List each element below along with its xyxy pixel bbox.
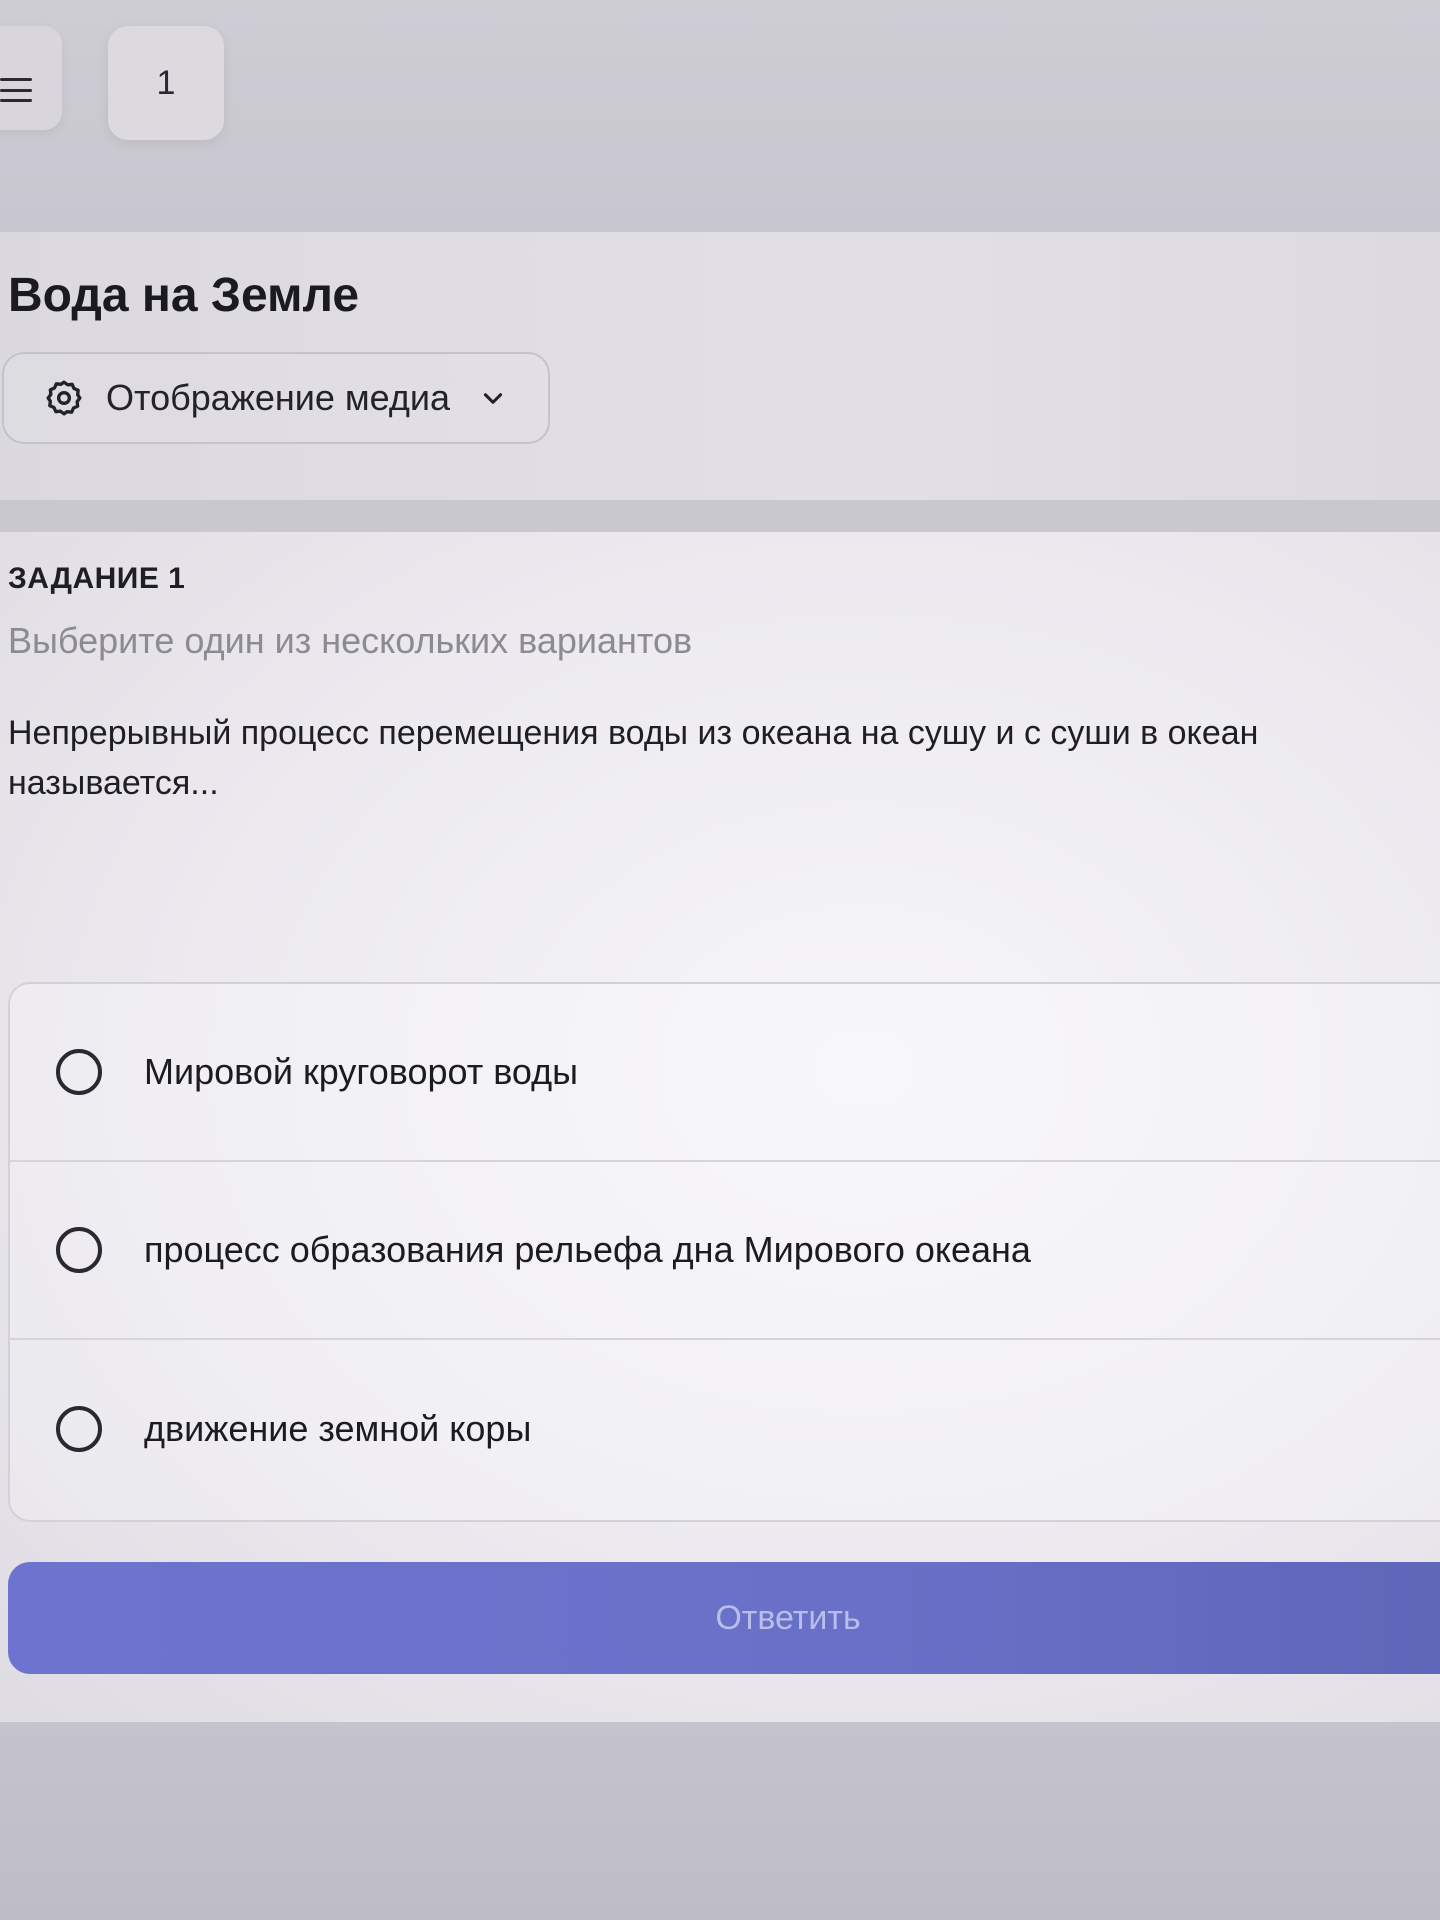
- answer-option[interactable]: движение земной коры: [10, 1340, 1440, 1518]
- answer-option-text: процесс образования рельефа дна Мирового…: [144, 1229, 1031, 1270]
- answer-option[interactable]: процесс образования рельефа дна Мирового…: [10, 1162, 1440, 1340]
- menu-button[interactable]: [0, 26, 62, 130]
- task-card: ЗАДАНИЕ 1 Выберите один из нескольких ва…: [0, 532, 1440, 1722]
- hamburger-icon: [0, 78, 32, 102]
- answer-options: Мировой круговорот воды процесс образова…: [8, 982, 1440, 1522]
- task-number-button[interactable]: 1: [108, 26, 224, 140]
- task-number-label: 1: [156, 63, 176, 102]
- radio-button[interactable]: [56, 1227, 102, 1273]
- submit-answer-button[interactable]: Ответить: [8, 1562, 1440, 1674]
- page-title: Вода на Земле: [8, 269, 360, 322]
- task-question: Непрерывный процесс перемещения воды из …: [8, 714, 1259, 802]
- lesson-header: Вода на Земле Отображение медиа: [0, 232, 1440, 500]
- task-hint: Выберите один из нескольких вариантов: [8, 620, 693, 661]
- gear-icon: [42, 376, 86, 420]
- media-display-dropdown[interactable]: Отображение медиа: [2, 352, 550, 444]
- answer-option[interactable]: Мировой круговорот воды: [10, 984, 1440, 1162]
- submit-answer-label: Ответить: [715, 1598, 861, 1637]
- radio-button[interactable]: [56, 1406, 102, 1452]
- top-navigation-bar: 1: [0, 0, 1440, 228]
- radio-button[interactable]: [56, 1049, 102, 1095]
- answer-option-text: движение земной коры: [144, 1408, 532, 1449]
- page-footer-area: [0, 1722, 1440, 1920]
- media-display-label: Отображение медиа: [106, 377, 451, 418]
- task-label: ЗАДАНИЕ 1: [8, 562, 186, 595]
- answer-option-text: Мировой круговорот воды: [144, 1051, 579, 1092]
- chevron-down-icon: [478, 383, 508, 413]
